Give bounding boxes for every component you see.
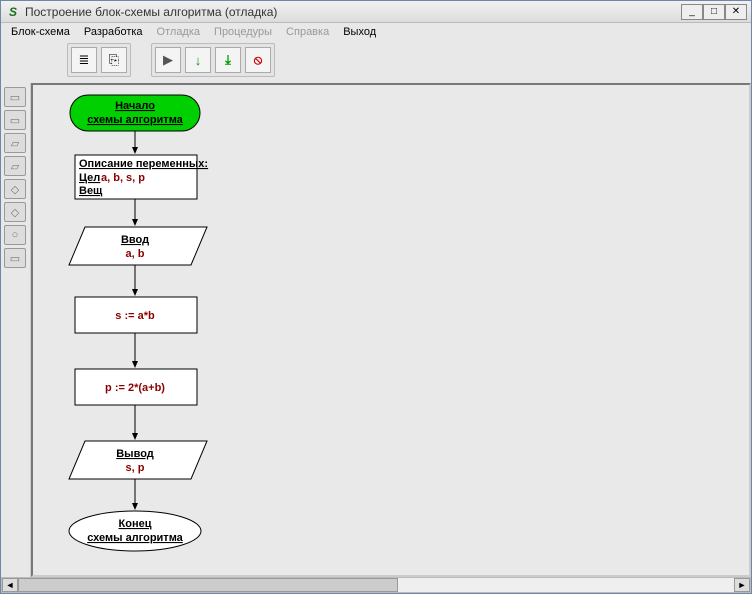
svg-text:a, b, s, p: a, b, s, p	[101, 172, 145, 184]
svg-text:схемы алгоритма: схемы алгоритма	[87, 532, 183, 544]
svg-text:s, p: s, p	[126, 462, 145, 474]
scroll-track[interactable]	[18, 578, 734, 592]
flowchart-canvas[interactable]: Начало схемы алгоритма Описание переменн…	[31, 83, 751, 577]
palette-diam1-icon[interactable]: ◇	[4, 179, 26, 199]
palette-para2-icon[interactable]: ▱	[4, 156, 26, 176]
menu-exit[interactable]: Выход	[343, 26, 376, 38]
block-proc-p[interactable]: p := 2*(a+b)	[75, 369, 197, 405]
titlebar: S Построение блок-схемы алгоритма (отлад…	[1, 1, 751, 23]
toolbar-group-debug: ▶ ↓ ⤓ ⦸	[151, 43, 275, 77]
svg-text:a, b: a, b	[126, 248, 145, 260]
svg-text:Цел: Цел	[79, 172, 100, 184]
block-output[interactable]: Вывод s, p	[69, 441, 207, 479]
play-icon[interactable]: ▶	[155, 47, 181, 73]
menubar: Блок-схема Разработка Отладка Процедуры …	[1, 23, 751, 41]
svg-text:Ввод: Ввод	[121, 234, 149, 246]
svg-text:p := 2*(a+b): p := 2*(a+b)	[105, 382, 165, 394]
svg-text:Вещ: Вещ	[79, 185, 103, 197]
menu-help: Справка	[286, 26, 329, 38]
palette-diam2-icon[interactable]: ◇	[4, 202, 26, 222]
scroll-right-icon[interactable]: ►	[734, 578, 750, 592]
menu-develop[interactable]: Разработка	[84, 26, 143, 38]
content: ▭ ▭ ▱ ▱ ◇ ◇ ○ ▭	[1, 83, 751, 593]
minimize-button[interactable]: _	[681, 4, 703, 20]
block-vars[interactable]: Описание переменных: Цел a, b, s, p Вещ	[75, 155, 208, 199]
step-into-icon[interactable]: ⤓	[215, 47, 241, 73]
window-buttons: _ □ ✕	[681, 4, 747, 20]
palette-para1-icon[interactable]: ▱	[4, 133, 26, 153]
palette-rect2-icon[interactable]: ▭	[4, 110, 26, 130]
scroll-thumb[interactable]	[18, 578, 398, 592]
tb-list-icon[interactable]: ≣	[71, 47, 97, 73]
palette-rect3-icon[interactable]: ▭	[4, 248, 26, 268]
menu-flowchart[interactable]: Блок-схема	[11, 26, 70, 38]
block-input[interactable]: Ввод a, b	[69, 227, 207, 265]
toolbar: ≣ ⎘ ▶ ↓ ⤓ ⦸	[1, 41, 751, 83]
block-proc-s[interactable]: s := a*b	[75, 297, 197, 333]
app-window: S Построение блок-схемы алгоритма (отлад…	[0, 0, 752, 594]
stop-icon[interactable]: ⦸	[245, 47, 271, 73]
tb-copy-icon[interactable]: ⎘	[101, 47, 127, 73]
svg-text:Начало: Начало	[115, 100, 155, 112]
svg-text:Вывод: Вывод	[116, 448, 154, 460]
flowchart-svg: Начало схемы алгоритма Описание переменн…	[33, 85, 733, 577]
maximize-button[interactable]: □	[703, 4, 725, 20]
svg-text:s := a*b: s := a*b	[115, 310, 155, 322]
toolbar-group-left: ≣ ⎘	[67, 43, 131, 77]
horizontal-scrollbar[interactable]: ◄ ►	[1, 577, 751, 593]
step-over-icon[interactable]: ↓	[185, 47, 211, 73]
menu-debug: Отладка	[157, 26, 200, 38]
svg-text:Конец: Конец	[119, 518, 152, 530]
block-end[interactable]: Конец схемы алгоритма	[69, 511, 201, 551]
shape-palette: ▭ ▭ ▱ ▱ ◇ ◇ ○ ▭	[1, 83, 31, 577]
block-start[interactable]: Начало схемы алгоритма	[70, 95, 200, 131]
palette-rect1-icon[interactable]: ▭	[4, 87, 26, 107]
app-icon: S	[5, 4, 21, 20]
menu-procedures: Процедуры	[214, 26, 272, 38]
svg-text:Описание переменных:: Описание переменных:	[79, 158, 208, 170]
close-button[interactable]: ✕	[725, 4, 747, 20]
svg-text:схемы алгоритма: схемы алгоритма	[87, 114, 183, 126]
scroll-left-icon[interactable]: ◄	[2, 578, 18, 592]
palette-circle-icon[interactable]: ○	[4, 225, 26, 245]
window-title: Построение блок-схемы алгоритма (отладка…	[25, 5, 677, 19]
